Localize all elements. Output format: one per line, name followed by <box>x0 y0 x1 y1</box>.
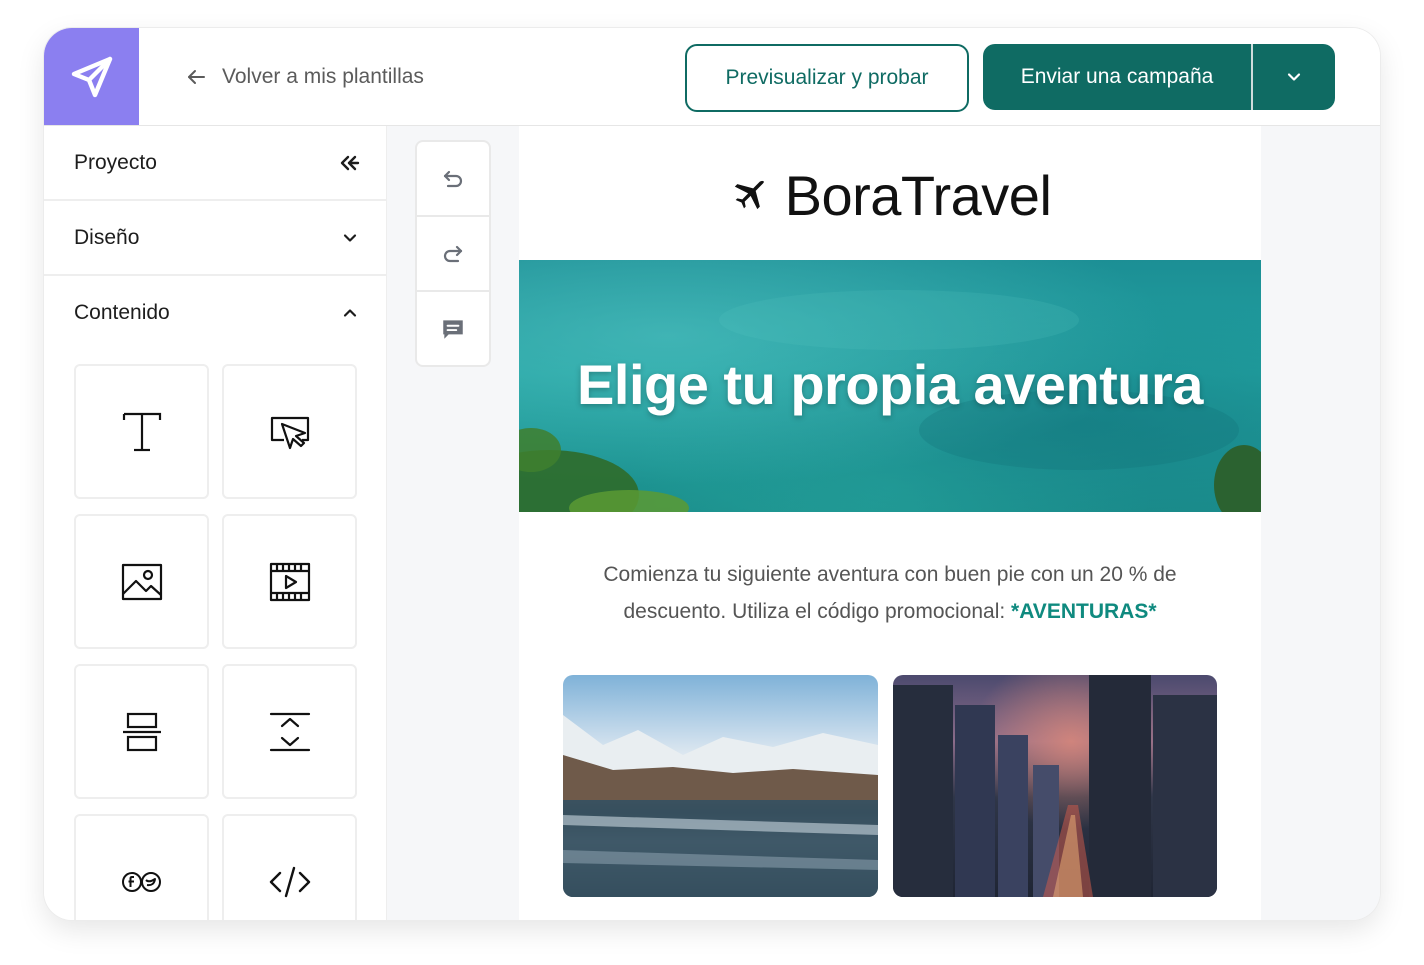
city-skyline-photo[interactable] <box>893 675 1217 897</box>
spacer-block-icon <box>269 712 310 751</box>
html-block-tile[interactable] <box>222 814 357 920</box>
redo-icon <box>443 245 463 262</box>
text-block-icon <box>122 412 161 451</box>
send-campaign-label: Enviar una campaña <box>1020 65 1214 88</box>
section-proyecto[interactable]: Proyecto <box>44 126 386 201</box>
social-block-icon <box>121 871 161 892</box>
airplane-icon <box>734 180 764 210</box>
section-contenido[interactable]: Contenido <box>44 276 386 349</box>
image-block-icon <box>121 563 162 600</box>
send-campaign-main[interactable]: Enviar una campaña <box>983 44 1251 110</box>
divider-block-tile[interactable] <box>74 664 209 799</box>
image-block-tile[interactable] <box>74 514 209 649</box>
section-label: Contenido <box>74 300 170 324</box>
send-campaign-button[interactable]: Enviar una campaña <box>983 44 1335 110</box>
hero-banner[interactable]: Elige tu propia aventura <box>519 260 1261 512</box>
email-preview: BoraTravel Elige tu propia aventura Comi… <box>519 126 1261 920</box>
editor-sidebar: Proyecto Diseño Contenido <box>44 126 388 920</box>
send-options-dropdown[interactable] <box>1253 44 1335 110</box>
back-link-label: Volver a mis plantillas <box>222 65 424 88</box>
button-divider <box>1251 44 1253 110</box>
comment-button[interactable] <box>417 292 489 365</box>
section-label: Proyecto <box>74 150 157 174</box>
app-logo[interactable] <box>44 28 139 125</box>
undo-button[interactable] <box>417 142 489 217</box>
double-chevron-left-icon[interactable] <box>336 151 360 175</box>
divider-block-icon <box>122 712 161 751</box>
undo-icon <box>443 170 463 187</box>
hero-title: Elige tu propia aventura <box>577 353 1203 416</box>
history-toolbar <box>415 140 491 367</box>
social-block-tile[interactable] <box>74 814 209 920</box>
chevron-up-icon <box>343 308 357 317</box>
preview-button-label: Previsualizar y probar <box>725 66 929 89</box>
top-bar: Volver a mis plantillas Previsualizar y … <box>44 28 1380 126</box>
brand-header[interactable]: BoraTravel <box>519 162 1261 228</box>
brand-name: BoraTravel <box>784 163 1052 227</box>
mountain-lake-illustration <box>563 715 878 897</box>
text-block-tile[interactable] <box>74 364 209 499</box>
chevron-down-icon <box>343 233 357 242</box>
comment-icon <box>443 319 463 339</box>
arrow-left-icon <box>188 70 205 84</box>
html-block-icon <box>269 866 310 897</box>
back-to-templates-link[interactable]: Volver a mis plantillas <box>184 60 424 94</box>
mountain-lake-photo[interactable] <box>563 675 878 897</box>
section-diseno[interactable]: Diseño <box>44 201 386 276</box>
button-block-tile[interactable] <box>222 364 357 499</box>
content-blocks-grid <box>74 364 357 920</box>
city-skyline-illustration <box>893 675 1217 897</box>
promo-paragraph[interactable]: Comienza tu siguiente aventura con buen … <box>559 556 1221 630</box>
redo-button[interactable] <box>417 217 489 292</box>
section-label: Diseño <box>74 225 140 249</box>
video-block-icon <box>269 562 310 601</box>
chevron-down-icon <box>1287 73 1301 81</box>
promo-code: *AVENTURAS* <box>1011 600 1157 623</box>
preview-and-test-button[interactable]: Previsualizar y probar <box>685 44 969 112</box>
button-block-icon <box>270 416 309 449</box>
paper-plane-icon <box>71 56 112 97</box>
video-block-tile[interactable] <box>222 514 357 649</box>
app-window: Volver a mis plantillas Previsualizar y … <box>44 28 1380 920</box>
editor-canvas: BoraTravel Elige tu propia aventura Comi… <box>387 126 1380 920</box>
spacer-block-tile[interactable] <box>222 664 357 799</box>
